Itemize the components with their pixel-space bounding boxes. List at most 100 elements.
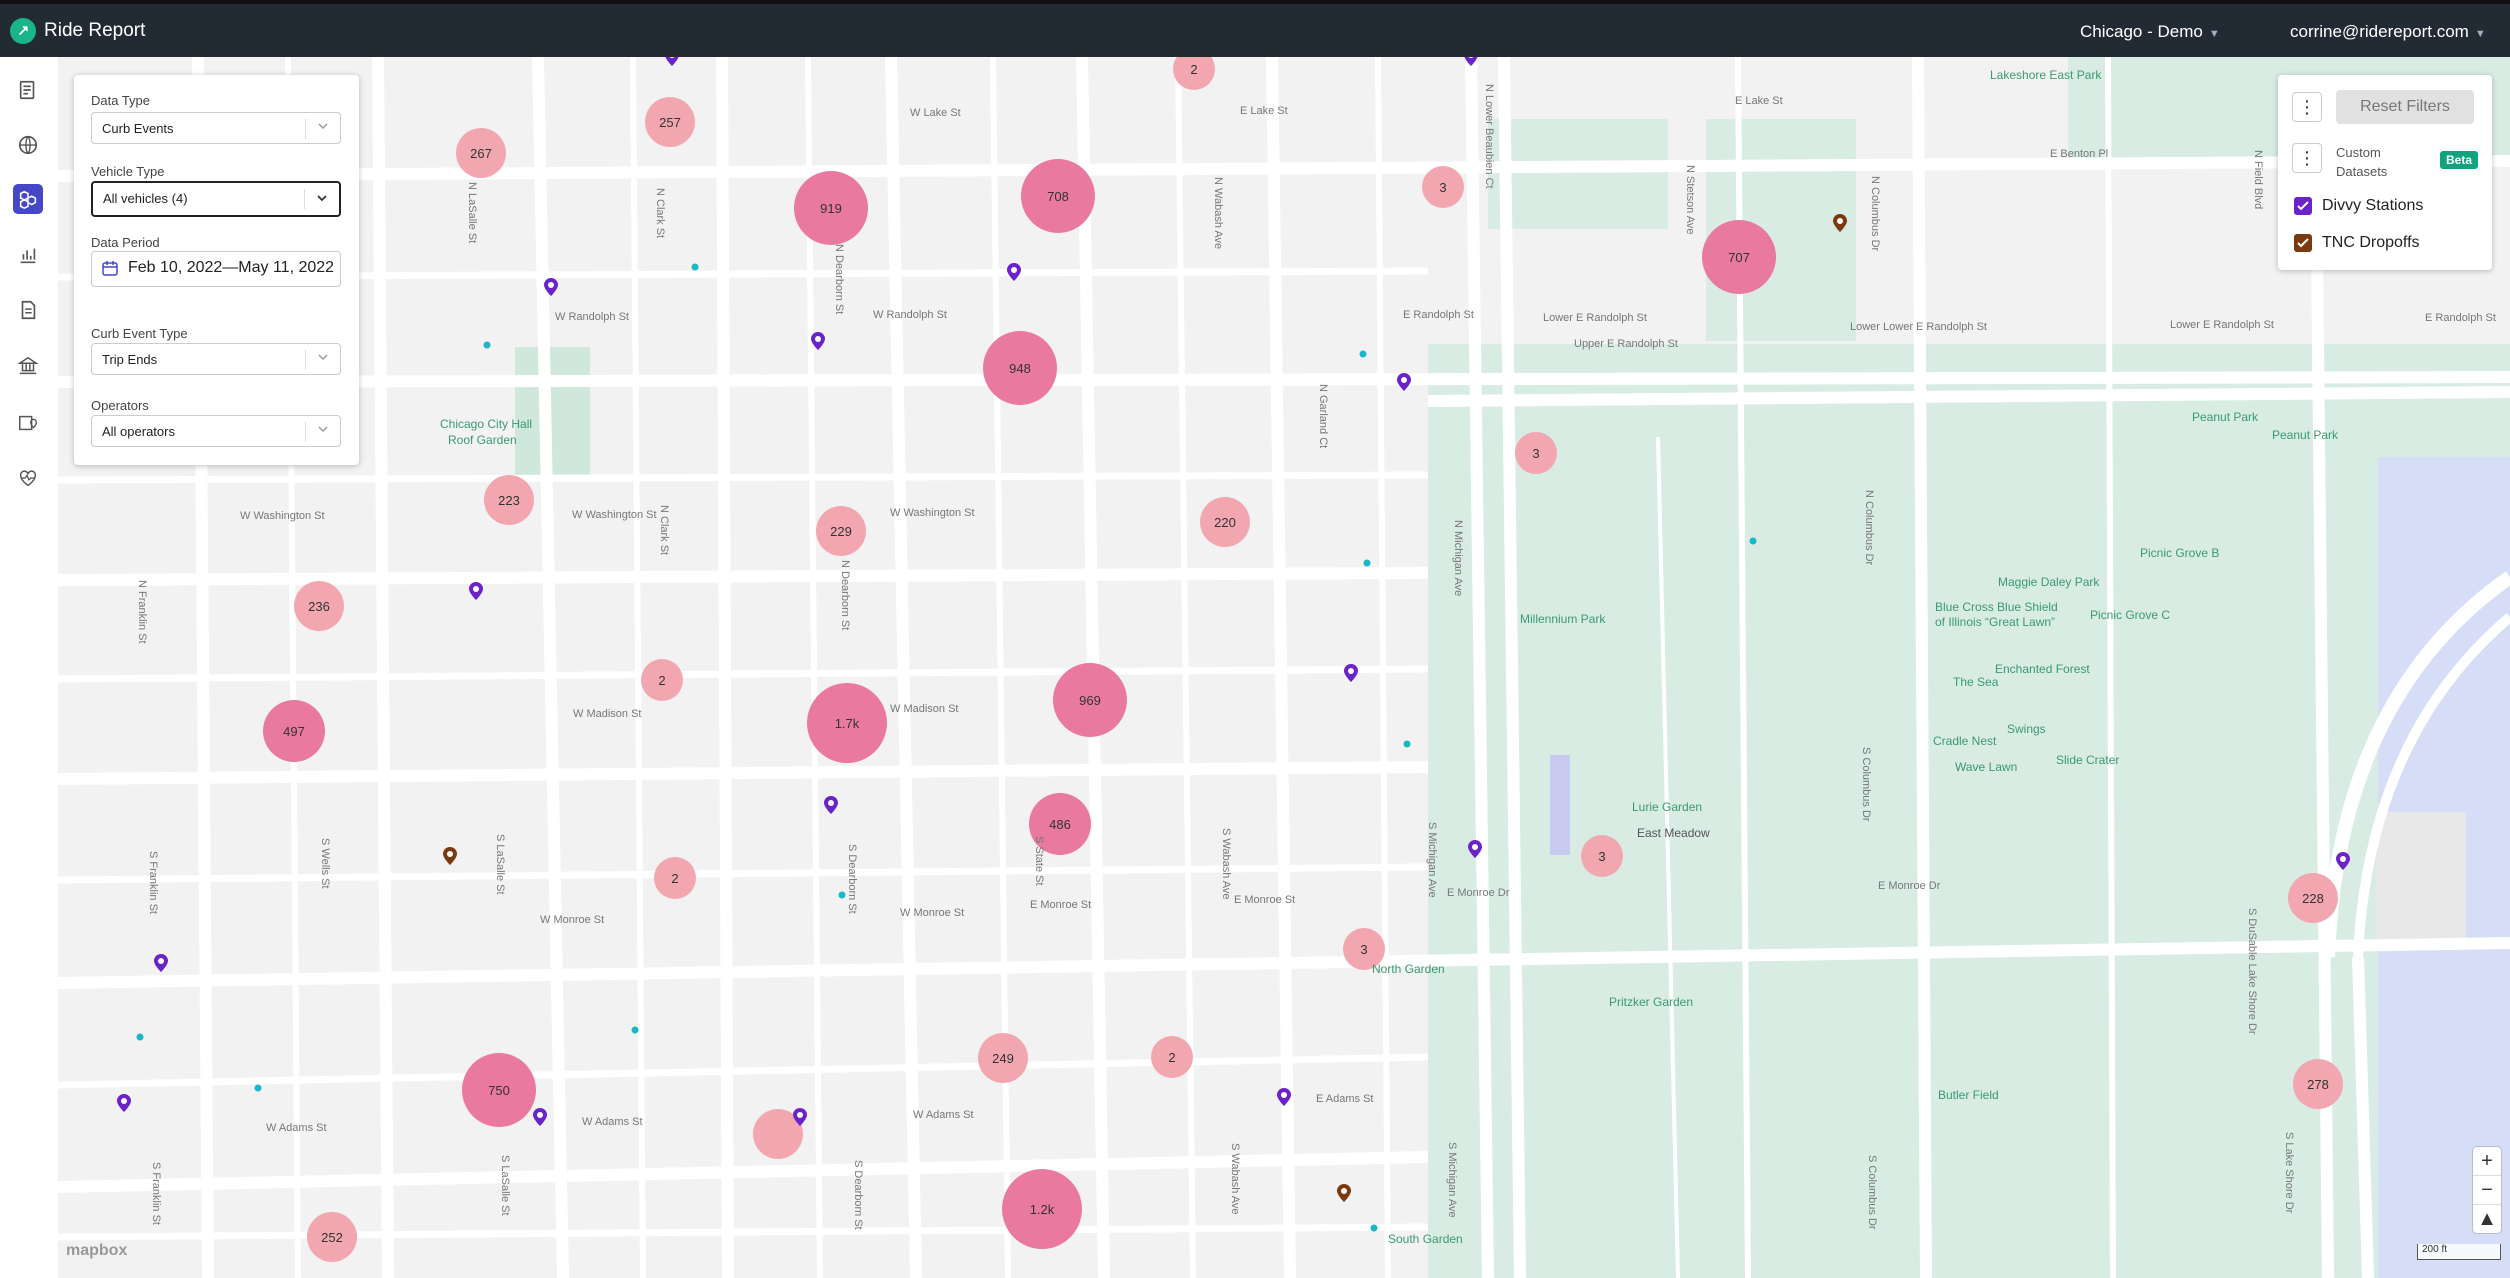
- cluster-marker[interactable]: 2: [654, 857, 696, 899]
- sidebar-item-reports[interactable]: [13, 75, 43, 105]
- street-label: E Adams St: [1316, 1093, 1374, 1105]
- divvy-station-pin-icon[interactable]: [1343, 663, 1359, 688]
- cluster-marker[interactable]: 497: [263, 700, 325, 762]
- tnc-dropoff-pin-icon[interactable]: [1832, 213, 1848, 238]
- vehicle-type-select[interactable]: All vehicles (4): [91, 181, 341, 217]
- street-label: N Field Blvd: [2252, 150, 2264, 210]
- cluster-marker[interactable]: 220: [1200, 497, 1250, 547]
- divvy-station-pin-icon[interactable]: [116, 1093, 132, 1118]
- data-period-picker[interactable]: Feb 10, 2022—May 11, 2022: [91, 251, 341, 287]
- compass-button[interactable]: ▲: [2473, 1205, 2501, 1233]
- sidebar-item-globe[interactable]: [13, 130, 43, 160]
- ride-report-logo-icon: ↗: [10, 18, 36, 44]
- data-type-select[interactable]: Curb Events: [91, 112, 341, 144]
- vehicle-dot[interactable]: [1363, 559, 1371, 567]
- cluster-marker[interactable]: 707: [1702, 220, 1776, 294]
- curb-event-type-select[interactable]: Trip Ends: [91, 343, 341, 375]
- divvy-station-pin-icon[interactable]: [1463, 57, 1479, 72]
- street-label: N Stetson Ave: [1684, 165, 1696, 235]
- divvy-station-pin-icon[interactable]: [153, 953, 169, 978]
- reset-filters-button[interactable]: Reset Filters: [2336, 90, 2474, 124]
- user-menu[interactable]: corrine@ridereport.com ▼: [2290, 22, 2486, 42]
- cluster-marker[interactable]: 236: [294, 581, 344, 631]
- vehicle-dot[interactable]: [1749, 537, 1757, 545]
- zoom-out-button[interactable]: −: [2473, 1176, 2501, 1205]
- street-label: E Benton Pl: [2050, 148, 2109, 160]
- operators-select[interactable]: All operators: [91, 415, 341, 447]
- vehicle-dot[interactable]: [254, 1084, 262, 1092]
- tnc-dropoff-pin-icon[interactable]: [442, 846, 458, 871]
- cluster-marker[interactable]: 267: [456, 128, 506, 178]
- sidebar-item-health[interactable]: [13, 463, 43, 493]
- cluster-marker[interactable]: 708: [1021, 159, 1095, 233]
- cluster-marker[interactable]: 2: [641, 659, 683, 701]
- vehicle-dot[interactable]: [1403, 740, 1411, 748]
- cluster-marker[interactable]: 3: [1581, 835, 1623, 877]
- street-label: N LaSalle St: [466, 182, 478, 244]
- divvy-station-pin-icon[interactable]: [468, 581, 484, 606]
- vehicle-dot[interactable]: [483, 341, 491, 349]
- divvy-station-pin-icon[interactable]: [1467, 839, 1483, 864]
- divvy-station-pin-icon[interactable]: [1396, 372, 1412, 397]
- street-label: S Dearborn St: [846, 844, 858, 914]
- brand[interactable]: ↗ Ride Report: [10, 18, 145, 44]
- vehicle-dot[interactable]: [691, 263, 699, 271]
- cluster-marker[interactable]: 3: [1422, 166, 1464, 208]
- zoom-in-button[interactable]: +: [2473, 1147, 2501, 1176]
- poi-label: Butler Field: [1938, 1088, 1999, 1102]
- layer-toggle-divvy-stations[interactable]: Divvy Stations: [2294, 197, 2423, 215]
- divvy-station-pin-icon[interactable]: [810, 331, 826, 356]
- operators-value: All operators: [102, 424, 175, 439]
- cluster-marker[interactable]: 223: [484, 475, 534, 525]
- divvy-station-pin-icon[interactable]: [823, 795, 839, 820]
- sidebar-item-policy[interactable]: [13, 351, 43, 381]
- hexagon-map-icon: [19, 190, 37, 210]
- cluster-marker[interactable]: 249: [978, 1033, 1028, 1083]
- checkbox-checked-icon[interactable]: [2294, 197, 2312, 215]
- sidebar-item-zones[interactable]: [13, 408, 43, 438]
- layer-toggle-tnc-dropoffs[interactable]: TNC Dropoffs: [2294, 234, 2420, 252]
- cluster-marker[interactable]: 1.2k: [1002, 1169, 1082, 1249]
- divvy-station-pin-icon[interactable]: [532, 1107, 548, 1132]
- tnc-dropoff-pin-icon[interactable]: [1336, 1183, 1352, 1208]
- sidebar-item-charts[interactable]: [13, 240, 43, 270]
- cluster-marker[interactable]: 3: [1515, 432, 1557, 474]
- vehicle-dot[interactable]: [1359, 350, 1367, 358]
- sidebar-item-map[interactable]: [13, 184, 43, 214]
- cluster-marker[interactable]: 278: [2293, 1059, 2343, 1109]
- cluster-marker[interactable]: 969: [1053, 663, 1127, 737]
- reset-menu-kebab-icon[interactable]: ⋮: [2292, 92, 2322, 122]
- divvy-station-pin-icon[interactable]: [664, 57, 680, 72]
- city-selector[interactable]: Chicago - Demo ▼: [2080, 22, 2220, 42]
- divvy-station-pin-icon[interactable]: [1006, 262, 1022, 287]
- cluster-marker[interactable]: 228: [2288, 873, 2338, 923]
- chevron-down-icon: ▼: [2208, 28, 2220, 40]
- vehicle-dot[interactable]: [631, 1026, 639, 1034]
- divvy-station-pin-icon[interactable]: [543, 277, 559, 302]
- divvy-station-pin-icon[interactable]: [792, 1107, 808, 1132]
- cluster-marker[interactable]: 750: [462, 1053, 536, 1127]
- street-label: E Lake St: [1240, 105, 1288, 117]
- cluster-marker[interactable]: 229: [816, 506, 866, 556]
- street-label: S Lake Shore Dr: [2283, 1132, 2295, 1214]
- checkbox-checked-icon[interactable]: [2294, 234, 2312, 252]
- vehicle-dot[interactable]: [838, 891, 846, 899]
- cluster-marker[interactable]: 257: [645, 97, 695, 147]
- street-label: S Wabash Ave: [1229, 1143, 1241, 1215]
- sidebar-item-documents[interactable]: [13, 295, 43, 325]
- poi-label: Chicago City Hall: [440, 417, 533, 431]
- cluster-marker[interactable]: 252: [307, 1212, 357, 1262]
- datasets-menu-kebab-icon[interactable]: ⋮: [2292, 143, 2322, 173]
- operators-label: Operators: [91, 398, 149, 413]
- cluster-marker[interactable]: 2: [1151, 1036, 1193, 1078]
- divvy-station-pin-icon[interactable]: [1276, 1087, 1292, 1112]
- mapbox-attribution[interactable]: mapbox: [66, 1242, 127, 1260]
- vehicle-dot[interactable]: [136, 1033, 144, 1041]
- cluster-marker[interactable]: 948: [983, 331, 1057, 405]
- cluster-marker[interactable]: 919: [794, 171, 868, 245]
- map-canvas[interactable]: 2 257 267 919 708 3 707 948 3 223 229 220 236 2 1.7k 96…: [58, 57, 2510, 1278]
- street-label: W Randolph St: [555, 311, 629, 323]
- divvy-station-pin-icon[interactable]: [2335, 851, 2351, 876]
- cluster-marker[interactable]: 1.7k: [807, 683, 887, 763]
- vehicle-dot[interactable]: [1370, 1224, 1378, 1232]
